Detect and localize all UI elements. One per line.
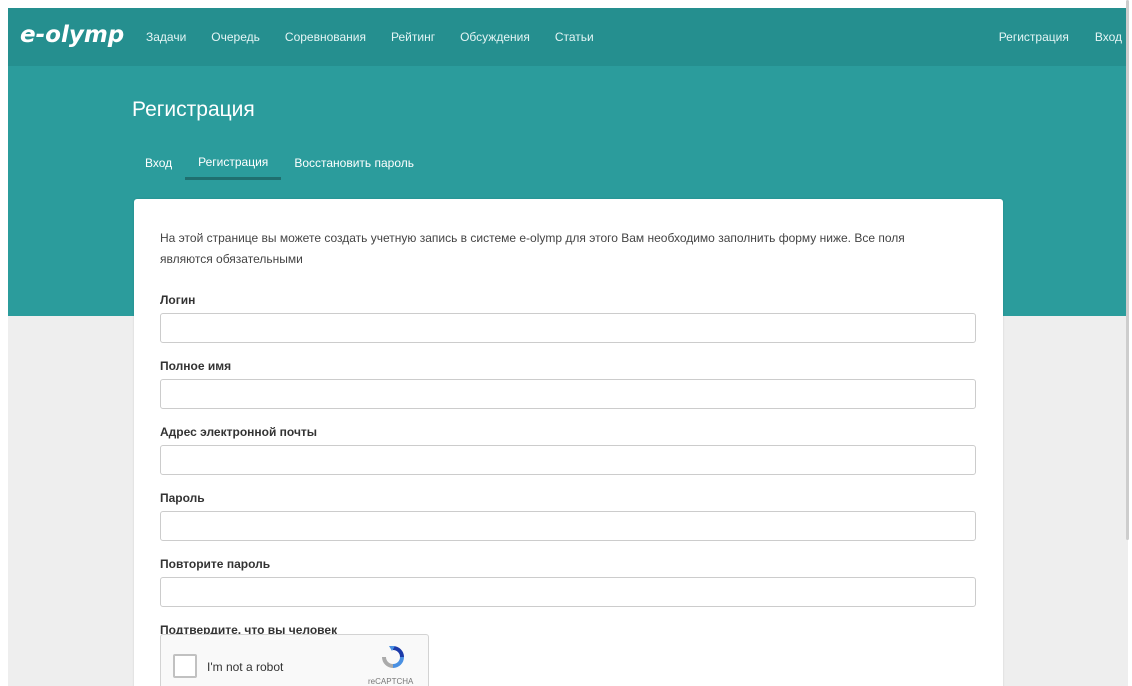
tab-login[interactable]: Вход — [132, 146, 185, 180]
full-name-label: Полное имя — [160, 359, 232, 373]
recaptcha-checkbox[interactable] — [173, 654, 197, 678]
nav-discussions-link[interactable]: Обсуждения — [460, 30, 530, 44]
repeat-password-label: Повторите пароль — [160, 557, 271, 571]
tab-registration[interactable]: Регистрация — [185, 146, 282, 180]
nav-rating-link[interactable]: Рейтинг — [391, 30, 435, 44]
recaptcha-checkbox-label: I'm not a robot — [207, 660, 284, 674]
email-input[interactable] — [160, 445, 976, 475]
login-input[interactable] — [160, 313, 976, 343]
page-background: e-olymp Задачи Очередь Соревнования Рейт… — [8, 8, 1128, 686]
recaptcha-logo-icon — [382, 646, 404, 668]
nav-articles-link[interactable]: Статьи — [555, 30, 594, 44]
password-label: Пароль — [160, 491, 205, 505]
site-logo[interactable]: e-olymp — [20, 22, 124, 48]
account-nav: Регистрация Вход — [973, 8, 1122, 66]
recaptcha-brand: reCAPTCHA — [368, 677, 414, 686]
registration-form-card: На этой странице вы можете создать учетн… — [134, 199, 1003, 686]
main-nav: Задачи Очередь Соревнования Рейтинг Обсу… — [146, 8, 619, 66]
nav-competitions-link[interactable]: Соревнования — [285, 30, 366, 44]
repeat-password-input[interactable] — [160, 577, 976, 607]
password-input[interactable] — [160, 511, 976, 541]
auth-tabs: Вход Регистрация Восстановить пароль — [132, 146, 427, 180]
top-navbar: e-olymp Задачи Очередь Соревнования Рейт… — [8, 8, 1128, 66]
form-intro-text: На этой странице вы можете создать учетн… — [160, 231, 905, 266]
email-label: Адрес электронной почты — [160, 425, 318, 439]
recaptcha-widget: I'm not a robot reCAPTCHA — [160, 634, 429, 686]
tab-restore-password[interactable]: Восстановить пароль — [281, 146, 427, 180]
nav-login-link[interactable]: Вход — [1095, 30, 1122, 44]
nav-problems-link[interactable]: Задачи — [146, 30, 186, 44]
login-label: Логин — [160, 293, 196, 307]
full-name-input[interactable] — [160, 379, 976, 409]
nav-queue-link[interactable]: Очередь — [211, 30, 260, 44]
page-title: Регистрация — [132, 98, 255, 121]
vertical-scrollbar[interactable] — [1126, 0, 1129, 540]
nav-register-link[interactable]: Регистрация — [999, 30, 1069, 44]
